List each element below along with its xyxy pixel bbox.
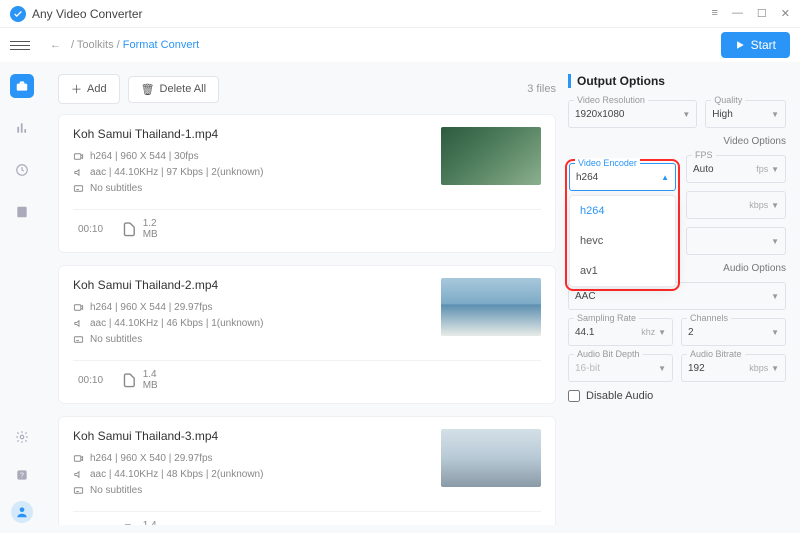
menu-lines-icon[interactable]: ≡ [711, 7, 717, 20]
video-meta: h264 | 960 X 540 | 29.97fps [73, 453, 429, 464]
output-options-title: Output Options [568, 74, 786, 88]
hamburger-icon[interactable] [10, 41, 30, 50]
encoder-option-av1[interactable]: av1 [570, 256, 675, 286]
file-name: Koh Samui Thailand-2.mp4 [73, 278, 429, 292]
sampling-label: Sampling Rate [574, 313, 639, 323]
subs-meta: No subtitles [73, 334, 429, 345]
crumb-current[interactable]: Format Convert [123, 39, 199, 51]
audio-meta: aac | 44.10KHz | 46 Kbps | 1(unknown) [73, 318, 429, 329]
fps-label: FPS [692, 150, 716, 160]
maximize-icon[interactable]: ☐ [757, 7, 767, 20]
back-arrow-icon[interactable]: ← [50, 39, 61, 51]
video-meta: h264 | 960 X 544 | 29.97fps [73, 302, 429, 313]
sidebar-help[interactable]: ? [10, 463, 34, 487]
audio-meta: aac | 44.10KHz | 48 Kbps | 2(unknown) [73, 469, 429, 480]
close-icon[interactable]: ✕ [781, 7, 790, 20]
video-encoder-label: Video Encoder [575, 158, 640, 168]
delete-all-label: Delete All [160, 83, 206, 95]
resolution-label: Video Resolution [574, 95, 648, 105]
file-card[interactable]: Koh Samui Thailand-2.mp4 h264 | 960 X 54… [58, 265, 556, 404]
breadcrumb: / Toolkits / Format Convert [71, 39, 199, 51]
file-card[interactable]: Koh Samui Thailand-1.mp4 h264 | 960 X 54… [58, 114, 556, 253]
video-options-label: Video Options [568, 136, 786, 147]
subs-meta: No subtitles [73, 485, 429, 496]
file-thumbnail [441, 127, 541, 185]
delete-all-button[interactable]: 🗑 Delete All [128, 76, 219, 103]
sidebar-bookmark[interactable] [10, 200, 34, 224]
file-duration: 00:10 [73, 224, 103, 235]
sidebar-settings[interactable] [10, 425, 34, 449]
file-name: Koh Samui Thailand-1.mp4 [73, 127, 429, 141]
video-encoder-highlight: Video Encoder h264▲ h264 hevc av1 [565, 159, 680, 291]
encoder-option-hevc[interactable]: hevc [570, 226, 675, 256]
disable-audio-checkbox[interactable] [568, 390, 580, 402]
file-duration: 00:10 [73, 375, 103, 386]
file-name: Koh Samui Thailand-3.mp4 [73, 429, 429, 443]
file-card[interactable]: Koh Samui Thailand-3.mp4 h264 | 960 X 54… [58, 416, 556, 525]
file-size: 1.4 MB [121, 520, 158, 525]
minimize-icon[interactable]: — [732, 7, 743, 20]
disable-audio-label: Disable Audio [586, 390, 653, 402]
file-size: 1.4 MB [121, 369, 158, 391]
channels-label: Channels [687, 313, 731, 323]
abitrate-label: Audio Bitrate [687, 349, 745, 359]
svg-text:?: ? [20, 472, 24, 479]
depth-label: Audio Bit Depth [574, 349, 643, 359]
app-title: Any Video Converter [32, 7, 143, 21]
extra-video-select[interactable]: ▼ [686, 227, 786, 255]
file-thumbnail [441, 278, 541, 336]
add-label: Add [87, 83, 107, 95]
file-thumbnail [441, 429, 541, 487]
subs-meta: No subtitles [73, 183, 429, 194]
start-label: Start [751, 38, 776, 52]
add-button[interactable]: ＋ Add [58, 74, 120, 104]
crumb-toolkits[interactable]: Toolkits [77, 39, 114, 51]
files-count: 3 files [527, 83, 556, 95]
file-size: 1.2 MB [121, 218, 158, 240]
video-meta: h264 | 960 X 544 | 30fps [73, 151, 429, 162]
app-logo [10, 6, 26, 22]
sidebar-avatar[interactable] [11, 501, 33, 523]
sidebar-toolkits[interactable] [10, 74, 34, 98]
audio-meta: aac | 44.10KHz | 97 Kbps | 2(unknown) [73, 167, 429, 178]
sidebar-history[interactable] [10, 158, 34, 182]
start-button[interactable]: Start [721, 32, 790, 58]
quality-label: Quality [711, 95, 745, 105]
video-encoder-dropdown: h264 hevc av1 [569, 195, 676, 287]
video-bitrate-select[interactable]: kbps ▼ [686, 191, 786, 219]
sidebar-stats[interactable] [10, 116, 34, 140]
encoder-option-h264[interactable]: h264 [570, 196, 675, 226]
